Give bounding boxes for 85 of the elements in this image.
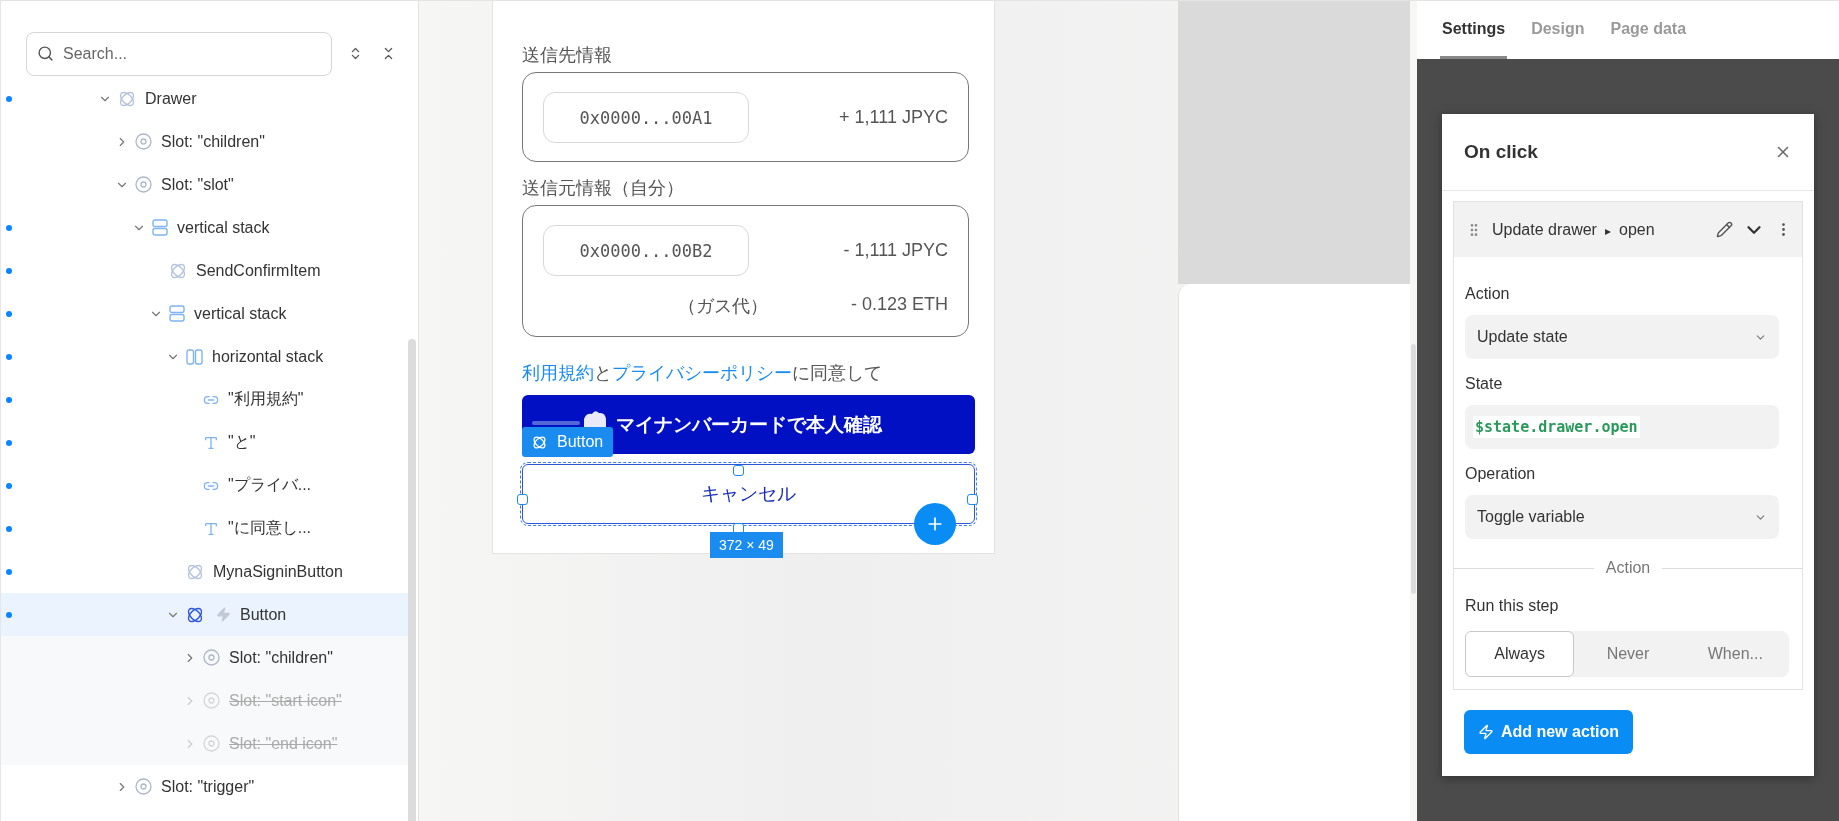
section-label: 送信元情報（自分） bbox=[522, 177, 685, 200]
segment-option[interactable]: Never bbox=[1574, 631, 1682, 677]
tree-item-label: "と" bbox=[228, 432, 256, 452]
tree-item-label: Slot: "start icon" bbox=[229, 691, 342, 710]
selection-label-text: Button bbox=[557, 433, 604, 451]
tree-item-label: "プライバ... bbox=[228, 475, 311, 495]
tree-item-label: Slot: "slot" bbox=[161, 175, 234, 194]
slot-icon bbox=[135, 133, 152, 150]
component-icon bbox=[118, 89, 136, 108]
dialog-title: On click bbox=[1464, 141, 1538, 163]
slot-icon bbox=[203, 735, 220, 752]
tree-item-label: Slot: "children" bbox=[161, 132, 265, 151]
amount-text: - 1,111 JPYC bbox=[843, 240, 948, 261]
tree-item[interactable]: vertical stack bbox=[1, 206, 408, 249]
tree-item-label: Button bbox=[240, 605, 287, 624]
code-field[interactable]: $state.drawer.open bbox=[1465, 405, 1779, 449]
resize-handle[interactable] bbox=[733, 465, 744, 476]
add-button[interactable] bbox=[914, 503, 956, 545]
select-field[interactable]: Toggle variable bbox=[1465, 495, 1779, 539]
tree-item[interactable]: Slot: "children" bbox=[1, 120, 408, 163]
tree-item-label: vertical stack bbox=[177, 218, 270, 237]
divider-label: Action bbox=[1605, 559, 1651, 577]
lightning-icon bbox=[1477, 724, 1494, 740]
resize-handle[interactable] bbox=[517, 494, 528, 505]
resize-handle[interactable] bbox=[967, 494, 978, 505]
tree-item-label: Slot: "children" bbox=[229, 648, 333, 667]
tree-item-label: MynaSigninButton bbox=[213, 562, 343, 581]
amount-text: + 1,111 JPYC bbox=[839, 107, 948, 128]
search-field[interactable]: Search... bbox=[26, 31, 332, 76]
slot-icon bbox=[203, 692, 220, 709]
component-icon bbox=[532, 434, 547, 450]
tree-item[interactable]: Drawer bbox=[1, 77, 408, 120]
vertical-stack-icon bbox=[169, 305, 185, 322]
segment-option[interactable]: When... bbox=[1681, 631, 1789, 677]
amount-text: - 0.123 ETH bbox=[850, 294, 948, 316]
gas-label: （ガス代） bbox=[678, 295, 768, 318]
field-label: Action bbox=[1465, 285, 1511, 303]
scrollbar[interactable] bbox=[408, 339, 416, 821]
tree-item[interactable]: MynaSigninButton bbox=[1, 550, 408, 593]
tree-item[interactable]: horizontal stack bbox=[1, 335, 408, 378]
text-icon bbox=[203, 520, 219, 537]
slot-icon bbox=[203, 649, 220, 666]
tree-item[interactable]: vertical stack bbox=[1, 292, 408, 335]
address-chip: 0x0000...00A1 bbox=[543, 92, 749, 143]
segment-option[interactable]: Always bbox=[1465, 631, 1575, 677]
tree-item-label: "に同意し... bbox=[228, 518, 311, 538]
field-label: Operation bbox=[1465, 465, 1537, 483]
component-icon bbox=[169, 261, 187, 280]
select-field[interactable]: Update state bbox=[1465, 315, 1779, 359]
address-chip: 0x0000...00B2 bbox=[543, 225, 749, 276]
step-title: Update drawer ▸ open bbox=[1492, 220, 1656, 239]
tree-item[interactable]: SendConfirmItem bbox=[1, 249, 408, 292]
slot-icon bbox=[135, 778, 152, 795]
tree-item[interactable]: "利用規約" bbox=[1, 378, 408, 421]
panel-tab[interactable]: Settings bbox=[1440, 1, 1508, 59]
tree-item[interactable]: Slot: "slot" bbox=[1, 163, 408, 206]
scrollbar[interactable] bbox=[1411, 344, 1416, 594]
tree-item-label: Drawer bbox=[145, 89, 197, 108]
tree-item-label: Slot: "end icon" bbox=[229, 734, 338, 753]
terms-link[interactable]: 利用規約 bbox=[522, 363, 594, 383]
horizontal-stack-icon bbox=[186, 348, 203, 365]
tree-item[interactable]: Button bbox=[1, 593, 408, 636]
section-label: 送信先情報 bbox=[522, 44, 613, 67]
tree-item-label: horizontal stack bbox=[212, 347, 324, 366]
tree-item-label: vertical stack bbox=[194, 304, 287, 323]
cancel-button[interactable]: キャンセル bbox=[522, 464, 975, 524]
component-icon bbox=[186, 562, 204, 581]
search-icon bbox=[37, 44, 54, 62]
tree-item-label: Slot: "trigger" bbox=[161, 777, 255, 796]
text-icon bbox=[203, 434, 219, 451]
tree-item[interactable]: "と" bbox=[1, 421, 408, 464]
tree-item[interactable]: Slot: "children" bbox=[1, 636, 408, 679]
edit-icon[interactable] bbox=[1716, 221, 1733, 238]
slot-icon bbox=[135, 176, 152, 193]
tree-item[interactable]: Slot: "trigger" bbox=[1, 765, 408, 808]
tree-item-label: SendConfirmItem bbox=[196, 261, 321, 280]
component-icon bbox=[186, 605, 204, 624]
tree-item[interactable]: "プライバ... bbox=[1, 464, 408, 507]
field-label: State bbox=[1465, 375, 1504, 393]
size-badge: 372 × 49 bbox=[710, 532, 783, 558]
vertical-stack-icon bbox=[152, 219, 168, 236]
tree-item-label: "利用規約" bbox=[228, 389, 304, 409]
tree-item[interactable]: "に同意し... bbox=[1, 507, 408, 550]
field-label: Run this step bbox=[1465, 597, 1560, 615]
terms-text: 利用規約 と プライバシーポリシーに同意して bbox=[522, 362, 883, 385]
